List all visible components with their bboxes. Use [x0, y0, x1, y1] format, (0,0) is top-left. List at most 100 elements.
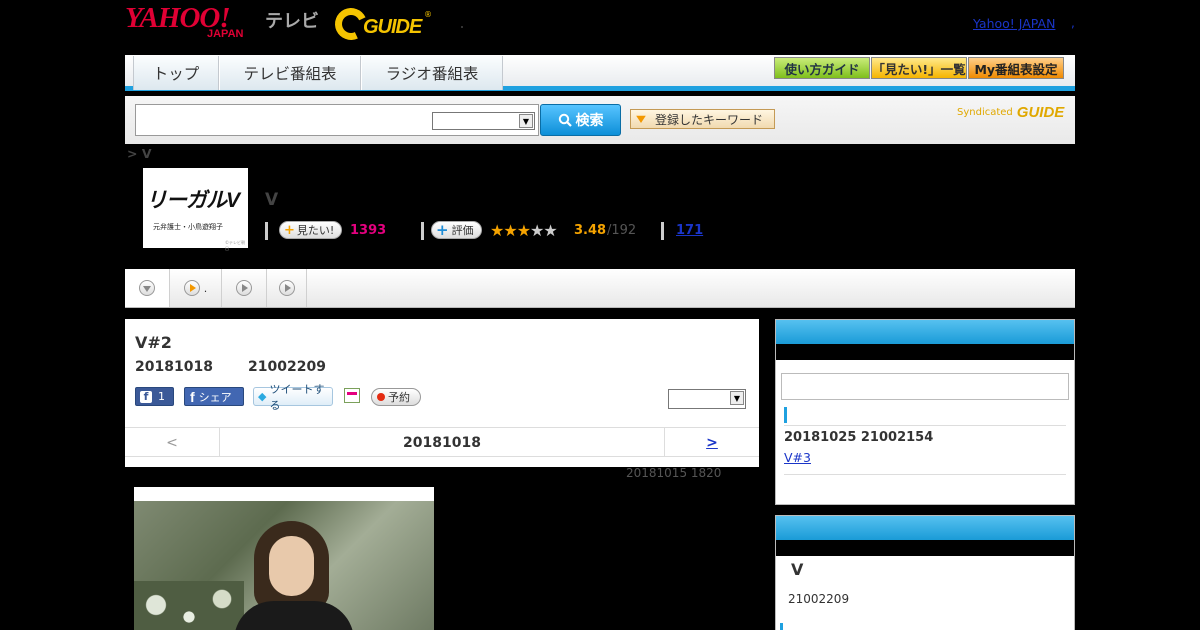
facebook-icon: f [190, 388, 195, 405]
prev-date-button[interactable]: < [125, 428, 220, 457]
play-icon [278, 280, 295, 296]
star-empty-icon: ★ [543, 221, 557, 240]
mitai-label: 見たい! [296, 224, 335, 237]
sidebox-subheader [776, 540, 1074, 556]
rating-button[interactable]: + 評価 [431, 221, 482, 239]
star-filled-icon: ★ [516, 221, 531, 240]
search-icon [558, 113, 572, 127]
search-button-label: 検索 [575, 113, 604, 129]
star-filled-icon: ★ [503, 221, 517, 240]
sidebox-header [776, 320, 1074, 344]
next-date-link[interactable]: > [664, 428, 759, 457]
program-thumbnail[interactable]: リーガルV 元弁護士・小鳥遊翔子 ©テレビ朝日 [143, 168, 248, 251]
gguide-logo[interactable]: GUIDE ® [330, 3, 433, 45]
gguide-logo-text: GUIDE [363, 16, 422, 38]
tweet-label: ツイートする [269, 382, 325, 412]
updated-timestamp: 20181015 1820 [626, 466, 722, 480]
divider [421, 222, 424, 240]
rating-score: 3.48 [574, 223, 607, 238]
episode-select[interactable]: ▼ [668, 389, 746, 409]
program-title: V [265, 190, 279, 210]
tab-top[interactable]: トップ [133, 56, 219, 90]
review-count-link[interactable]: 171 [676, 223, 703, 238]
next-episode-link[interactable]: V#3 [784, 450, 811, 465]
dropdown-arrow-icon [636, 115, 646, 123]
calendar-add-icon[interactable] [344, 388, 360, 403]
header-dot [461, 26, 463, 28]
subtab-4[interactable] [267, 269, 307, 307]
thumbnail-subtitle: 元弁護士・小鳥遊翔子 [153, 223, 223, 231]
sidebox-subheader [776, 344, 1074, 360]
nav-tabs: トップ テレビ番組表 ラジオ番組表 [133, 56, 503, 90]
section-marker [780, 623, 783, 630]
thumbnail-title: リーガルV [146, 189, 240, 212]
star-empty-icon: ★ [530, 221, 544, 240]
mitai-list-button[interactable]: 「見たい!」一覧 [871, 57, 967, 79]
rating-total: /192 [607, 223, 637, 238]
next-broadcast-box: 20181025 21002154 V#3 [775, 319, 1075, 505]
search-button[interactable]: 検索 [540, 104, 621, 136]
divider [784, 474, 1066, 475]
registered-keyword-label: 登録したキーワード [655, 112, 764, 127]
yahoo-link-suffix: , [1071, 16, 1075, 30]
subtab-3[interactable] [222, 269, 267, 307]
chevron-down-icon [139, 280, 155, 296]
breadcrumb[interactable]: > V [127, 146, 152, 161]
play-icon [183, 280, 200, 296]
chevron-down-icon: ▼ [519, 114, 533, 128]
reserve-button[interactable]: 予約 [371, 388, 421, 406]
yahoo-japan-link[interactable]: Yahoo! JAPAN [973, 16, 1055, 31]
record-icon [377, 393, 385, 401]
japan-logo-text: JAPAN [207, 28, 244, 40]
my-schedule-button[interactable]: My番組表設定 [968, 57, 1064, 79]
chevron-down-icon: ▼ [730, 391, 744, 405]
rating-label: 評価 [451, 224, 474, 237]
search-category-select[interactable]: ▼ [432, 112, 535, 130]
facebook-like-count: 1 [158, 390, 165, 403]
tweet-button[interactable]: ◆ ツイートする [253, 383, 333, 412]
photo-body [234, 601, 354, 630]
subtab-2[interactable]: . [170, 269, 222, 307]
tab-tv-schedule[interactable]: テレビ番組表 [219, 56, 361, 90]
mitai-button[interactable]: + 見たい! [279, 221, 343, 239]
mitai-count: 1393 [350, 223, 387, 238]
sidebox-input[interactable] [781, 373, 1069, 400]
tab-radio-schedule[interactable]: ラジオ番組表 [361, 56, 503, 90]
facebook-share-label: シェア [198, 390, 232, 404]
next-broadcast-date: 20181025 21002154 [784, 430, 934, 445]
facebook-share-button[interactable]: f シェア [184, 387, 244, 406]
program-info-box: V 21002209 [775, 515, 1075, 630]
subtab-label: . [203, 281, 208, 295]
episode-date: 20181018 [135, 359, 213, 375]
main-nav: トップ テレビ番組表 ラジオ番組表 使い方ガイド 「見たい!」一覧 My番組表設… [125, 55, 1075, 91]
tv-logo-text[interactable]: テレビ [265, 7, 319, 33]
program-info-title: V [791, 560, 804, 579]
play-icon [236, 280, 252, 296]
sidebox-header [776, 516, 1074, 540]
registered-keyword-button[interactable]: 登録したキーワード [630, 109, 775, 129]
gguide-registered-mark: ® [424, 10, 432, 19]
yahoo-japan-logo[interactable]: YAHOO! JAPAN [125, 4, 243, 44]
current-date: 20181018 [403, 434, 481, 451]
divider [661, 222, 664, 240]
usage-guide-button[interactable]: 使い方ガイド [774, 57, 870, 79]
subtab-current[interactable] [125, 269, 170, 307]
twitter-bird-icon: ◆ [258, 390, 267, 403]
plus-icon: + [284, 222, 295, 238]
plus-icon: + [436, 221, 449, 239]
facebook-like-button[interactable]: f 1 [135, 387, 174, 406]
syndicated-label: Syndicated [957, 107, 1013, 118]
facebook-icon: f [140, 390, 152, 403]
episode-title: V#2 [135, 333, 172, 352]
episode-time: 21002209 [248, 359, 326, 375]
photo-face [269, 536, 314, 596]
rating-stars: ★★★★★ [490, 221, 558, 240]
photo-background [134, 501, 434, 630]
program-info-time: 21002209 [788, 592, 850, 606]
divider [784, 425, 1066, 426]
syndicated-logo: GUIDE [1016, 104, 1065, 121]
star-filled-icon: ★ [490, 221, 504, 240]
section-marker [784, 407, 787, 423]
date-navigation: < 20181018 > [125, 427, 759, 457]
episode-photo [134, 487, 434, 630]
